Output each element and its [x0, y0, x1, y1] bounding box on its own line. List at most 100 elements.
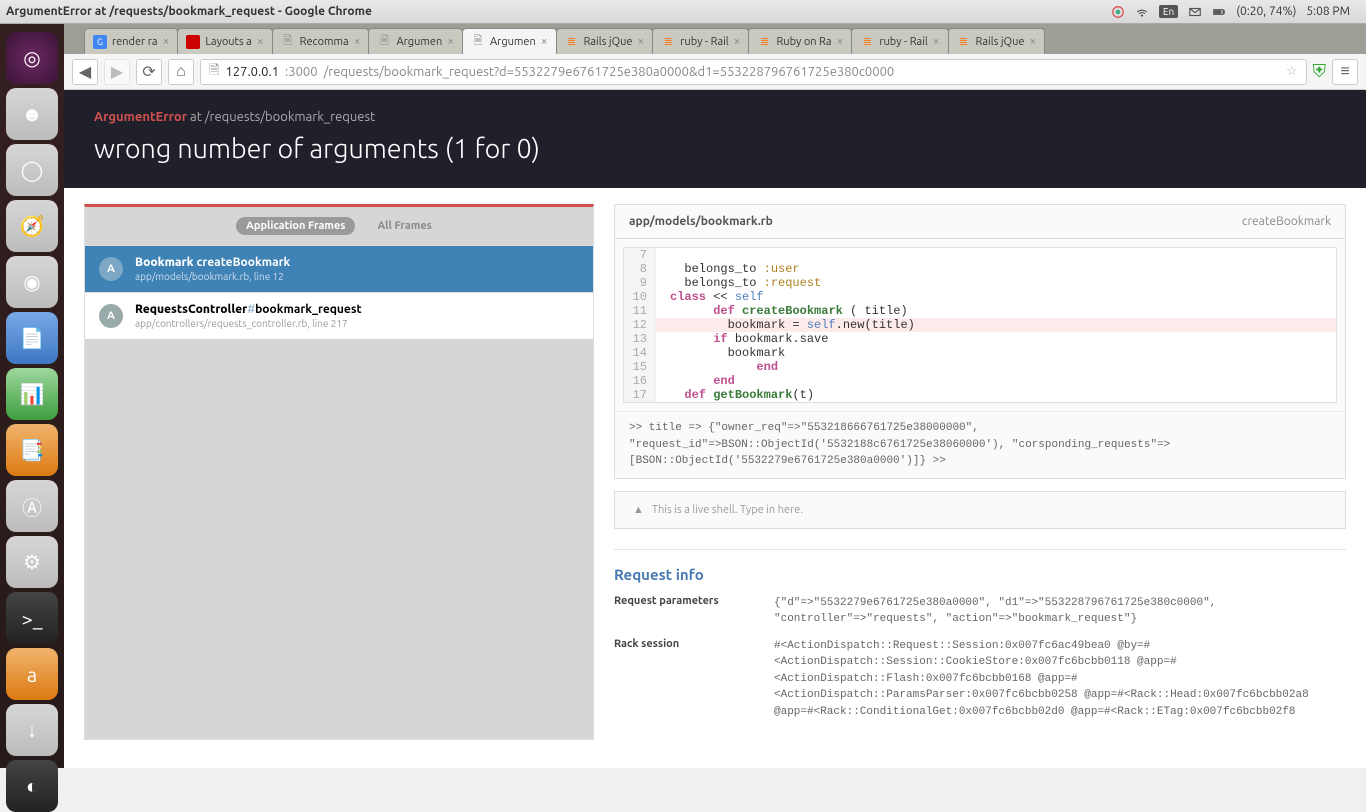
os-menubar: ArgumentError at /requests/bookmark_requ…: [0, 0, 1366, 24]
error-location: at /requests/bookmark_request: [187, 110, 375, 124]
browser-tab[interactable]: 🗎Argumen×: [368, 28, 463, 54]
frame-badge: A: [99, 257, 123, 281]
browser-tab[interactable]: ≣ruby - Rail×: [851, 28, 948, 54]
frame-title: Bookmark.createBookmark: [135, 256, 290, 269]
tab-label: Ruby on Ra: [776, 36, 831, 48]
clock[interactable]: 5:08 PM: [1306, 5, 1350, 18]
browser-tab[interactable]: ≣Rails jQue×: [948, 28, 1046, 54]
code-file: app/models/bookmark.rb: [629, 215, 773, 228]
code-line: 16 end: [624, 374, 1336, 388]
error-header: ArgumentError at /requests/bookmark_requ…: [64, 90, 1366, 188]
url-host: 127.0.0.1: [225, 65, 279, 79]
live-shell[interactable]: ▲ This is a live shell. Type in here.: [614, 491, 1346, 529]
star-icon[interactable]: ☆: [1286, 64, 1298, 79]
writer-icon[interactable]: 📄: [6, 312, 58, 364]
error-message: wrong number of arguments (1 for 0): [94, 134, 1336, 164]
code-line: 14 bookmark: [624, 346, 1336, 360]
tab-label: ruby - Rail: [879, 36, 927, 48]
menu-button[interactable]: ≡: [1332, 59, 1358, 85]
impress-icon[interactable]: 📑: [6, 424, 58, 476]
code-line: 7: [624, 248, 1336, 262]
shell-caret-icon: ▲: [633, 504, 644, 516]
mail-icon[interactable]: [1188, 5, 1202, 19]
code-line: 10class << self: [624, 290, 1336, 304]
close-icon[interactable]: ×: [257, 35, 264, 48]
stack-frame[interactable]: ARequestsController#bookmark_requestapp/…: [85, 292, 593, 339]
battery-icon[interactable]: [1212, 5, 1226, 19]
page-icon: 🗎: [209, 61, 219, 83]
code-line: 8 belongs_to :user: [624, 262, 1336, 276]
tab-app-frames[interactable]: Application Frames: [236, 217, 355, 235]
reload-button[interactable]: ⟳: [136, 59, 162, 85]
calc-icon[interactable]: 📊: [6, 368, 58, 420]
close-icon[interactable]: ×: [541, 35, 548, 48]
tab-label: Argumen: [490, 36, 536, 48]
rack-session-label: Rack session: [614, 638, 774, 721]
adblock-icon[interactable]: ⛨: [1313, 61, 1327, 82]
battery-text: (0:20, 74%): [1236, 5, 1296, 18]
unity-launcher: ◎☻◯🧭◉📄📊📑Ⓐ⚙>_a↓◐: [0, 24, 64, 768]
frame-title: RequestsController#bookmark_request: [135, 303, 362, 316]
browser-tab[interactable]: ≣ruby - Rail×: [652, 28, 749, 54]
browser-tab[interactable]: ≣Ruby on Ra×: [748, 28, 852, 54]
browser-tab[interactable]: 🗎Recomma×: [272, 28, 370, 54]
code-panel: app/models/bookmark.rb createBookmark 78…: [614, 204, 1346, 479]
browser-tab[interactable]: Grender ra×: [84, 28, 178, 54]
tab-label: ruby - Rail: [680, 36, 728, 48]
request-info-section: Request info Request parameters {"d"=>"5…: [614, 549, 1346, 721]
frame-badge: A: [99, 304, 123, 328]
request-info-title: Request info: [614, 566, 1346, 583]
browser-tab[interactable]: 🗎Argumen×: [462, 28, 557, 54]
home-button[interactable]: ⌂: [168, 59, 194, 85]
window-title: ArgumentError at /requests/bookmark_requ…: [6, 5, 372, 18]
tab-label: Recomma: [300, 36, 349, 48]
downloads-icon[interactable]: ↓: [6, 704, 58, 756]
close-icon[interactable]: ×: [163, 35, 170, 48]
shell-hint: This is a live shell. Type in here.: [652, 504, 803, 516]
close-icon[interactable]: ×: [354, 35, 361, 48]
ubuntu-one-icon[interactable]: ◯: [6, 144, 58, 196]
code-line: 11 def createBookmark ( title): [624, 304, 1336, 318]
appstore-icon[interactable]: Ⓐ: [6, 480, 58, 532]
page-content: ArgumentError at /requests/bookmark_requ…: [64, 90, 1366, 768]
wifi-icon[interactable]: [1135, 5, 1149, 19]
tab-label: Argumen: [396, 36, 442, 48]
code-line: 13 if bookmark.save: [624, 332, 1336, 346]
finder-icon[interactable]: ☻: [6, 88, 58, 140]
browser-tab[interactable]: ≣Rails jQue×: [556, 28, 654, 54]
code-line: 12 bookmark = self.new(title): [624, 318, 1336, 332]
url-port: :3000: [285, 65, 318, 79]
console-output: >> title => {"owner_req"=>"5532186667617…: [615, 411, 1345, 478]
safari-icon[interactable]: 🧭: [6, 200, 58, 252]
code-line: 9 belongs_to :request: [624, 276, 1336, 290]
code-line: 15 end: [624, 360, 1336, 374]
code-method: createBookmark: [1242, 215, 1331, 228]
dash-icon[interactable]: ◎: [6, 32, 58, 84]
close-icon[interactable]: ×: [637, 35, 644, 48]
stack-frame[interactable]: ABookmark.createBookmarkapp/models/bookm…: [85, 245, 593, 292]
rack-session-value: #<ActionDispatch::Request::Session:0x007…: [774, 638, 1346, 721]
address-bar[interactable]: 🗎 127.0.0.1:3000/requests/bookmark_reque…: [200, 59, 1307, 85]
tab-all-frames[interactable]: All Frames: [367, 217, 441, 235]
terminal-icon[interactable]: >_: [6, 592, 58, 644]
close-icon[interactable]: ×: [1029, 35, 1036, 48]
close-icon[interactable]: ×: [837, 35, 844, 48]
url-toolbar: ◀ ▶ ⟳ ⌂ 🗎 127.0.0.1:3000/requests/bookma…: [64, 54, 1366, 90]
chrome-indicator-icon: [1111, 5, 1125, 19]
request-params-value: {"d"=>"5532279e6761725e380a0000", "d1"=>…: [774, 595, 1346, 628]
lang-indicator[interactable]: En: [1159, 5, 1178, 18]
chrome-window: Grender ra×Layouts a×🗎Recomma×🗎Argumen×🗎…: [64, 24, 1366, 768]
amazon-icon[interactable]: a: [6, 648, 58, 700]
settings-icon[interactable]: ⚙: [6, 536, 58, 588]
browser-tab[interactable]: Layouts a×: [177, 28, 272, 54]
close-icon[interactable]: ×: [933, 35, 940, 48]
code-line: 17 def getBookmark(t): [624, 388, 1336, 402]
forward-button[interactable]: ▶: [104, 59, 130, 85]
close-icon[interactable]: ×: [734, 35, 741, 48]
back-button[interactable]: ◀: [72, 59, 98, 85]
chrome-icon[interactable]: ◉: [6, 256, 58, 308]
tab-bar: Grender ra×Layouts a×🗎Recomma×🗎Argumen×🗎…: [64, 24, 1366, 54]
tab-label: Rails jQue: [976, 36, 1025, 48]
tab-label: Rails jQue: [584, 36, 633, 48]
close-icon[interactable]: ×: [447, 35, 454, 48]
